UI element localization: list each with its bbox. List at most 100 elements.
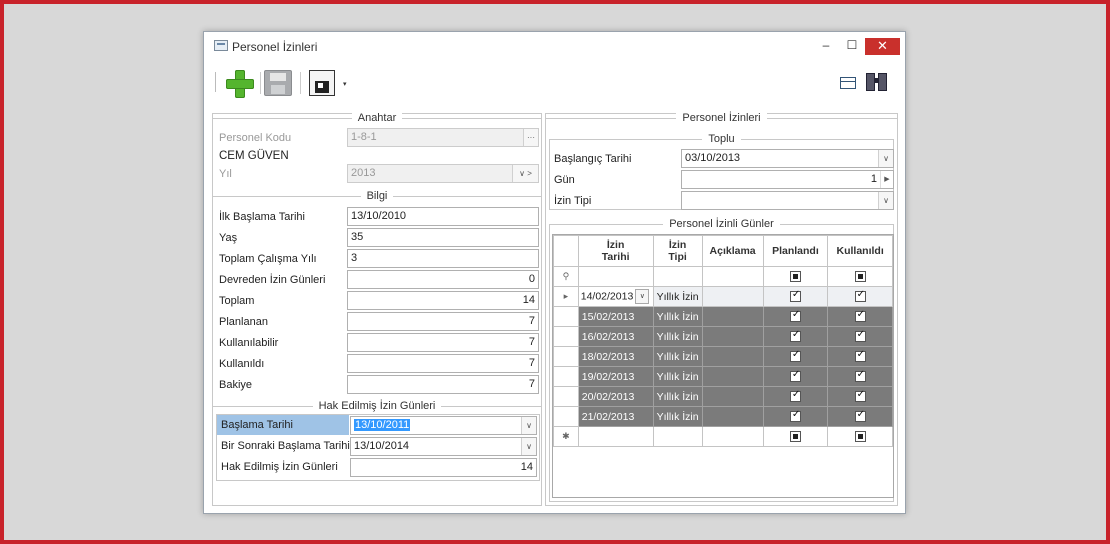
table-cell-date[interactable]: 19/02/2013: [577, 366, 654, 387]
baslangic-tarihi-field[interactable]: 03/10/2013 ∨: [681, 149, 894, 168]
table-row[interactable]: 20/02/2013 Yıllık İzin: [553, 386, 893, 407]
planlandi-checkbox[interactable]: [789, 409, 801, 423]
column-header-planlandi[interactable]: Planlandı: [762, 235, 829, 267]
planlandi-checkbox[interactable]: [789, 349, 801, 363]
table-cell-type[interactable]: Yıllık İzin: [652, 286, 703, 307]
table-row[interactable]: 19/02/2013 Yıllık İzin: [553, 366, 893, 387]
table-cell-date[interactable]: 18/02/2013: [577, 346, 654, 367]
chevron-down-icon[interactable]: ∨: [878, 192, 893, 209]
planlandi-checkbox[interactable]: [789, 389, 801, 403]
planlandi-checkbox[interactable]: [789, 309, 801, 323]
column-header-izin-tarihi[interactable]: İzin Tarihi: [577, 235, 654, 267]
table-cell-planned[interactable]: [762, 366, 829, 387]
table-cell-used[interactable]: [827, 386, 893, 407]
layout-icon[interactable]: [840, 77, 856, 89]
table-cell-type[interactable]: Yıllık İzin: [652, 406, 703, 427]
table-cell-desc[interactable]: [701, 386, 764, 407]
yas-field[interactable]: 35: [347, 228, 539, 247]
toplam-calisma-field[interactable]: 3: [347, 249, 539, 268]
filter-icon[interactable]: ⚲: [553, 266, 579, 287]
ellipsis-button[interactable]: ···: [523, 129, 538, 146]
table-cell-desc[interactable]: [701, 366, 764, 387]
chevron-down-icon[interactable]: ∨: [521, 417, 536, 434]
table-cell-used[interactable]: [827, 286, 893, 307]
indeterminate-checkbox[interactable]: [854, 271, 866, 283]
yil-spin-buttons[interactable]: ∨ >: [512, 165, 538, 182]
baslama-tarihi-field[interactable]: 13/10/2011 ∨: [350, 416, 537, 435]
planlandi-checkbox[interactable]: [789, 329, 801, 343]
chevron-down-icon[interactable]: ∨: [521, 438, 536, 455]
chevron-down-icon[interactable]: ∨: [878, 150, 893, 167]
new-row-cell[interactable]: [701, 426, 764, 447]
table-cell-planned[interactable]: [762, 346, 829, 367]
sonraki-baslama-field[interactable]: 13/10/2014 ∨: [350, 437, 537, 456]
bakiye-field[interactable]: 7: [347, 375, 539, 394]
table-cell-type[interactable]: Yıllık İzin: [652, 326, 703, 347]
maximize-button[interactable]: ☐: [842, 38, 862, 55]
table-row[interactable]: 15/02/2013 Yıllık İzin: [553, 306, 893, 327]
table-cell-used[interactable]: [827, 306, 893, 327]
devreden-field[interactable]: 0: [347, 270, 539, 289]
table-cell-type[interactable]: Yıllık İzin: [652, 366, 703, 387]
table-cell-date[interactable]: 15/02/2013: [577, 306, 654, 327]
close-button[interactable]: ✕: [865, 38, 900, 55]
ilk-baslama-field[interactable]: 13/10/2010: [347, 207, 539, 226]
save-icon[interactable]: [264, 70, 292, 96]
filter-cell[interactable]: [701, 266, 764, 287]
table-cell-desc[interactable]: [701, 346, 764, 367]
column-header-aciklama[interactable]: Açıklama: [701, 235, 764, 267]
new-row-cell[interactable]: [652, 426, 703, 447]
kullanildi-checkbox[interactable]: [854, 349, 866, 363]
table-cell-date[interactable]: 16/02/2013: [577, 326, 654, 347]
planlandi-checkbox[interactable]: [789, 369, 801, 383]
table-row[interactable]: 16/02/2013 Yıllık İzin: [553, 326, 893, 347]
table-cell-date[interactable]: 20/02/2013: [577, 386, 654, 407]
table-row[interactable]: ▸ 14/02/2013 ∨ Yıllık İzin: [553, 286, 893, 307]
new-row-cell[interactable]: [577, 426, 654, 447]
kullanildi-checkbox[interactable]: [854, 389, 866, 403]
column-header-izin-tipi[interactable]: İzin Tipi: [652, 235, 703, 267]
table-cell-date[interactable]: 21/02/2013: [577, 406, 654, 427]
table-cell-planned[interactable]: [762, 386, 829, 407]
table-cell-desc[interactable]: [701, 326, 764, 347]
filter-cell[interactable]: [652, 266, 703, 287]
table-cell-type[interactable]: Yıllık İzin: [652, 346, 703, 367]
filter-cell[interactable]: [827, 266, 893, 287]
planlandi-checkbox[interactable]: [789, 289, 801, 303]
indeterminate-checkbox[interactable]: [789, 431, 801, 443]
table-cell-desc[interactable]: [701, 286, 764, 307]
yil-field[interactable]: 2013 ∨ >: [347, 164, 539, 183]
column-header-kullanildi[interactable]: Kullanıldı: [827, 235, 893, 267]
kullanildi-checkbox[interactable]: [854, 309, 866, 323]
chevron-down-icon[interactable]: ▾: [343, 80, 347, 88]
new-row[interactable]: ✱: [553, 426, 893, 447]
add-icon[interactable]: [224, 68, 256, 100]
indeterminate-checkbox[interactable]: [854, 431, 866, 443]
personel-kodu-field[interactable]: 1-8-1 ···: [347, 128, 539, 147]
planlanan-field[interactable]: 7: [347, 312, 539, 331]
new-row-cell[interactable]: [762, 426, 829, 447]
table-cell-type[interactable]: Yıllık İzin: [652, 306, 703, 327]
kullanildi-checkbox[interactable]: [854, 369, 866, 383]
table-cell-desc[interactable]: [701, 306, 764, 327]
kullanildi-checkbox[interactable]: [854, 409, 866, 423]
kullanilabilir-field[interactable]: 7: [347, 333, 539, 352]
binoculars-icon[interactable]: [864, 69, 890, 95]
spin-right-icon[interactable]: ▶: [880, 171, 893, 188]
table-cell-used[interactable]: [827, 366, 893, 387]
table-row[interactable]: 21/02/2013 Yıllık İzin: [553, 406, 893, 427]
indeterminate-checkbox[interactable]: [789, 271, 801, 283]
table-cell-planned[interactable]: [762, 306, 829, 327]
toplam-field[interactable]: 14: [347, 291, 539, 310]
kullanildi-checkbox[interactable]: [854, 289, 866, 303]
table-row[interactable]: 18/02/2013 Yıllık İzin: [553, 346, 893, 367]
gun-field[interactable]: 1 ▶: [681, 170, 894, 189]
table-cell-used[interactable]: [827, 406, 893, 427]
izin-tipi-field[interactable]: ∨: [681, 191, 894, 210]
kullanildi-field[interactable]: 7: [347, 354, 539, 373]
table-cell-planned[interactable]: [762, 286, 829, 307]
kullanildi-checkbox[interactable]: [854, 329, 866, 343]
table-cell-planned[interactable]: [762, 406, 829, 427]
chevron-down-icon[interactable]: ∨: [635, 289, 650, 304]
filter-cell[interactable]: [577, 266, 654, 287]
